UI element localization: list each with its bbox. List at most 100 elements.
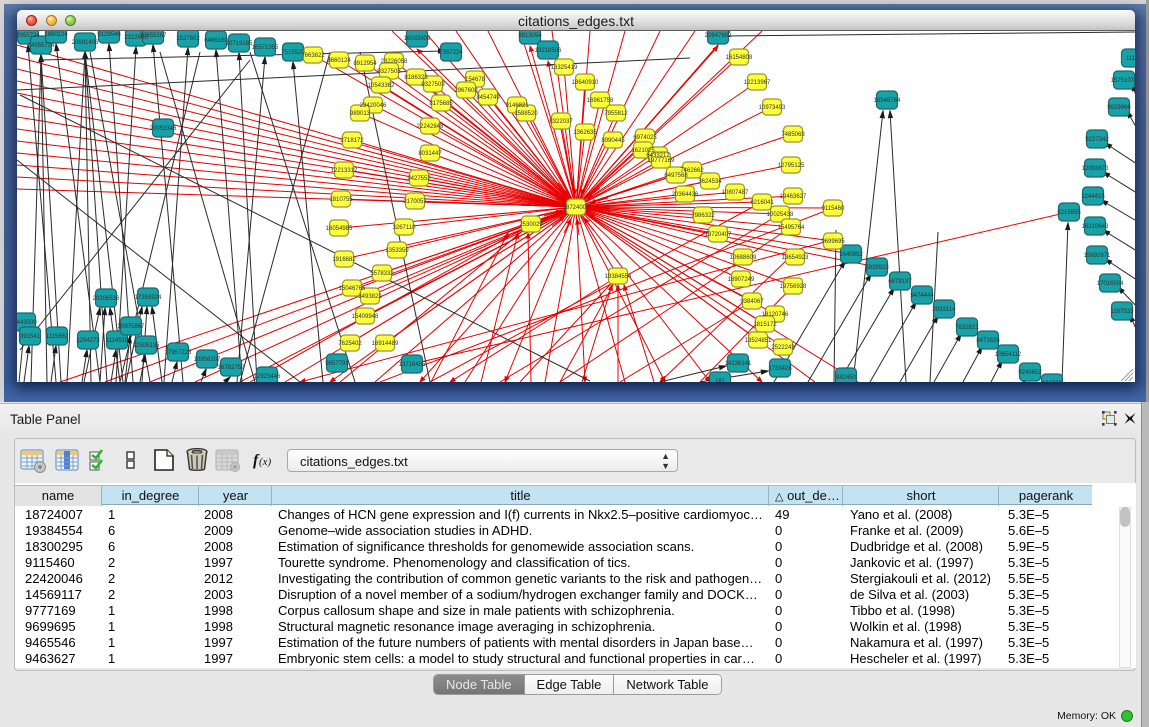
svg-text:10025438: 10025438 — [767, 212, 794, 218]
svg-text:9427552: 9427552 — [407, 176, 431, 182]
svg-text:10807487: 10807487 — [722, 190, 749, 196]
svg-text:8990443: 8990443 — [601, 138, 625, 144]
svg-text:16782759: 16782759 — [218, 365, 245, 371]
svg-text:15495764: 15495764 — [778, 225, 805, 231]
svg-text:20364436: 20364436 — [672, 192, 699, 198]
svg-text:6497568: 6497568 — [664, 173, 688, 179]
svg-text:7625402: 7625402 — [338, 341, 362, 347]
svg-text:1294273: 1294273 — [76, 338, 100, 344]
svg-text:104763: 104763 — [1042, 381, 1063, 382]
svg-text:13654923: 13654923 — [782, 255, 809, 261]
svg-text:17359924: 17359924 — [135, 295, 162, 301]
svg-text:1860124: 1860124 — [44, 32, 68, 38]
svg-text:9327503: 9327503 — [421, 82, 445, 88]
svg-text:20691406: 20691406 — [72, 40, 99, 46]
svg-text:12505135: 12505135 — [133, 343, 160, 349]
svg-text:1112: 1112 — [1126, 56, 1135, 62]
svg-text:982450: 982450 — [836, 375, 857, 381]
svg-text:14136141: 14136141 — [725, 361, 752, 367]
svg-text:16054985: 16054985 — [326, 226, 353, 232]
svg-text:1115682: 1115682 — [46, 334, 69, 340]
svg-text:10688609: 10688609 — [730, 255, 757, 261]
svg-text:8175685: 8175685 — [429, 101, 453, 107]
svg-text:20053346: 20053346 — [150, 126, 177, 132]
svg-text:30975867: 30975867 — [118, 324, 145, 330]
svg-text:(x): (x) — [259, 456, 272, 468]
svg-text:2170057: 2170057 — [403, 199, 427, 205]
svg-text:1640952: 1640952 — [839, 252, 863, 258]
svg-text:6974023: 6974023 — [633, 135, 657, 141]
svg-text:2522243: 2522243 — [771, 345, 795, 351]
svg-text:1733426: 1733426 — [768, 366, 792, 372]
svg-text:10958107: 10958107 — [194, 357, 221, 363]
svg-text:19777169: 19777169 — [648, 158, 675, 164]
svg-text:18907249: 18907249 — [728, 277, 755, 283]
svg-text:16961758: 16961758 — [587, 98, 614, 104]
svg-text:19384554: 19384554 — [605, 274, 632, 280]
svg-text:1815172: 1815172 — [753, 322, 777, 328]
svg-text:1810755: 1810755 — [329, 197, 353, 203]
svg-text:7632621: 7632621 — [955, 325, 979, 331]
svg-text:13720407: 13720407 — [705, 232, 732, 238]
svg-text:10654112: 10654112 — [995, 352, 1022, 358]
svg-text:12923446: 12923446 — [254, 374, 281, 380]
svg-text:1916682: 1916682 — [332, 257, 356, 263]
svg-text:2055724: 2055724 — [17, 33, 40, 39]
svg-text:9245652: 9245652 — [1018, 370, 1042, 376]
svg-text:19218506: 19218506 — [535, 48, 562, 54]
svg-text:13325419: 13325419 — [551, 65, 578, 71]
svg-text:9929966: 9929966 — [1107, 105, 1131, 111]
svg-text:1244415: 1244415 — [1081, 194, 1105, 200]
svg-text:9699695: 9699695 — [821, 239, 845, 245]
svg-text:15046766: 15046766 — [339, 286, 366, 292]
svg-text:7663822: 7663822 — [301, 53, 325, 59]
svg-text:9474444: 9474444 — [910, 293, 934, 299]
svg-text:13716485: 13716485 — [399, 362, 426, 368]
svg-text:8031447: 8031447 — [418, 151, 442, 157]
svg-text:9327505: 9327505 — [377, 69, 401, 75]
svg-text:1353359: 1353359 — [385, 248, 409, 254]
svg-text:2933114: 2933114 — [933, 307, 957, 313]
svg-text:12093873: 12093873 — [1082, 166, 1109, 172]
svg-text:12795125: 12795125 — [778, 163, 805, 169]
svg-text:14055724: 14055724 — [28, 43, 55, 49]
svg-text:19463627: 19463627 — [780, 194, 807, 200]
svg-text:1114519: 1114519 — [106, 338, 129, 344]
svg-text:8322037: 8322037 — [549, 119, 573, 125]
svg-text:8912954: 8912954 — [353, 61, 377, 67]
svg-text:23420046: 23420046 — [360, 103, 387, 109]
svg-text:8660124: 8660124 — [327, 58, 351, 64]
svg-text:19756928: 19756928 — [780, 284, 807, 290]
svg-text:5578332: 5578332 — [370, 271, 394, 277]
svg-text:2718172: 2718172 — [340, 138, 364, 144]
svg-text:391541: 391541 — [20, 334, 41, 340]
svg-text:6879197: 6879197 — [888, 279, 912, 285]
svg-text:1443500: 1443500 — [17, 320, 37, 326]
svg-text:9857791: 9857791 — [325, 361, 349, 367]
svg-text:7986322: 7986322 — [691, 213, 715, 219]
svg-text:2967608: 2967608 — [454, 88, 478, 94]
svg-text:20847682: 20847682 — [705, 33, 732, 39]
svg-text:7357224: 7357224 — [439, 50, 463, 56]
svg-text:13524851: 13524851 — [745, 338, 772, 344]
svg-text:7485063: 7485063 — [781, 132, 805, 138]
svg-text:7955812: 7955812 — [604, 111, 628, 117]
svg-text:6216041: 6216041 — [750, 200, 774, 206]
svg-text:8186323: 8186323 — [404, 75, 428, 81]
svg-text:2530029: 2530029 — [519, 222, 543, 228]
svg-text:16914489: 16914489 — [372, 341, 399, 347]
svg-text:1527602: 1527602 — [176, 36, 200, 42]
svg-text:18724007: 18724007 — [563, 205, 590, 211]
svg-text:22242848: 22242848 — [417, 124, 444, 130]
svg-text:154678: 154678 — [465, 77, 486, 83]
svg-text:15751074: 15751074 — [1111, 78, 1135, 84]
svg-text:15409948: 15409948 — [352, 314, 379, 320]
svg-text:9384067: 9384067 — [740, 299, 764, 305]
svg-text:18640910: 18640910 — [572, 80, 599, 86]
svg-text:9227342: 9227342 — [1085, 137, 1109, 143]
svg-text:16210643: 16210643 — [1082, 224, 1109, 230]
svg-text:18120746: 18120746 — [762, 312, 789, 318]
svg-text:16033809: 16033809 — [404, 36, 431, 42]
svg-text:5938923: 5938923 — [865, 265, 889, 271]
svg-text:1167533: 1167533 — [1111, 309, 1135, 315]
